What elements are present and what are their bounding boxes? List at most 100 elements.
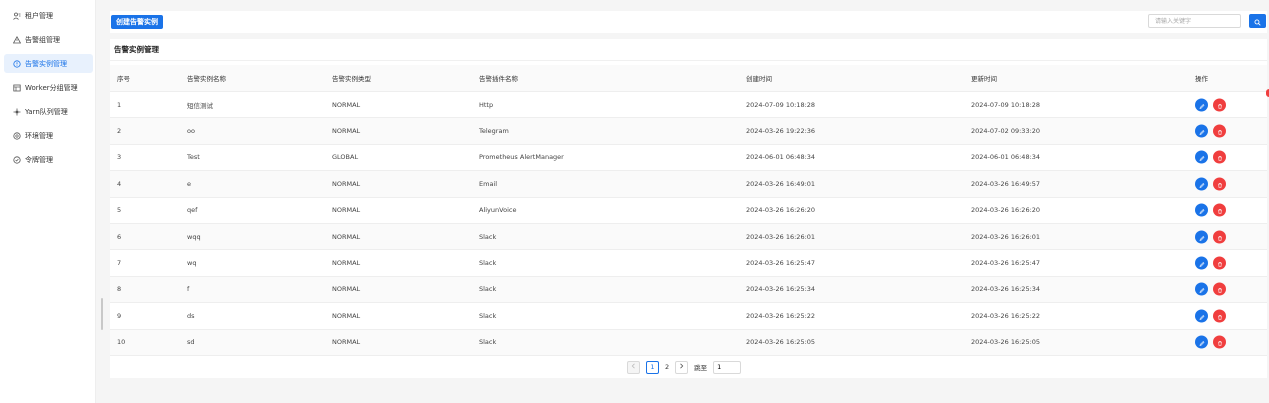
environment-icon [12, 131, 22, 140]
delete-button[interactable] [1213, 176, 1226, 191]
table-row: 1 短信测试 NORMAL Http 2024-07-09 10:18:28 2024-0… [110, 92, 1267, 119]
edit-button[interactable] [1195, 335, 1208, 349]
row-actions [1195, 203, 1226, 218]
cell-type: NORMAL [332, 179, 361, 188]
edit-button[interactable] [1195, 124, 1208, 138]
edit-icon [1199, 203, 1205, 218]
cell-type: NORMAL [332, 127, 361, 136]
table-row: 4 e NORMAL Email 2024-03-26 16:49:01 2024-03-… [110, 171, 1267, 198]
cell-plugin: Slack [479, 259, 497, 268]
row-actions [1195, 308, 1226, 323]
pagination: 1 2 跳至 [627, 360, 742, 374]
sidebar-item-label: 告警实例管理 [25, 59, 67, 68]
search-input[interactable] [1148, 14, 1241, 28]
cell-updated: 2024-07-09 10:18:28 [971, 100, 1041, 109]
sidebar-item-tenant[interactable]: 租户管理 [4, 6, 93, 25]
trash-icon [1217, 150, 1223, 165]
delete-button[interactable] [1213, 256, 1226, 270]
row-actions [1195, 256, 1226, 270]
cell-created: 2024-03-26 16:26:20 [746, 206, 816, 215]
cell-name: f [187, 285, 190, 294]
column-header-plugin: 告警插件名称 [479, 75, 518, 83]
chevron-left-icon [631, 363, 636, 371]
cell-name: sd [187, 338, 195, 347]
alert-instance-icon [12, 59, 22, 68]
yarn-queue-icon [12, 108, 22, 116]
sidebar-scrollbar[interactable] [101, 298, 103, 330]
cell-created: 2024-03-26 16:49:01 [746, 179, 816, 188]
delete-button[interactable] [1213, 308, 1226, 323]
cell-updated: 2024-03-26 16:26:20 [971, 206, 1041, 215]
edit-button[interactable] [1195, 203, 1208, 218]
sidebar-item-yarn-queue[interactable]: Yarn队列管理 [4, 102, 93, 121]
search-button[interactable] [1249, 14, 1266, 28]
cell-type: NORMAL [332, 232, 361, 241]
jump-label: 跳至 [694, 364, 708, 372]
cell-name: 短信测试 [187, 101, 213, 110]
cell-name: oo [187, 127, 195, 136]
sidebar-item-label: 令牌管理 [25, 155, 53, 164]
row-actions [1195, 124, 1226, 138]
delete-button[interactable] [1213, 97, 1226, 112]
edit-button[interactable] [1195, 256, 1208, 270]
column-header-created: 创建时间 [746, 75, 772, 83]
create-alert-instance-button[interactable]: 创建告警实例 [111, 15, 163, 29]
trash-icon [1217, 97, 1223, 112]
sidebar-item-alert-group[interactable]: 告警组管理 [4, 30, 93, 49]
sidebar-item-token[interactable]: 令牌管理 [4, 150, 93, 169]
row-actions [1195, 176, 1226, 191]
cell-plugin: Http [479, 100, 494, 109]
cell-created: 2024-03-26 19:22:36 [746, 127, 816, 136]
sidebar-item-label: 告警组管理 [25, 35, 60, 44]
delete-button[interactable] [1213, 124, 1226, 138]
edit-button[interactable] [1195, 282, 1208, 296]
page-title: 告警实例管理 [114, 45, 159, 54]
cell-type: GLOBAL [332, 153, 359, 162]
cell-updated: 2024-03-26 16:25:47 [971, 259, 1041, 268]
edit-button[interactable] [1195, 176, 1208, 191]
cell-type: NORMAL [332, 100, 361, 109]
cell-index: 5 [117, 206, 122, 215]
sidebar-item-alert-instance[interactable]: 告警实例管理 [4, 54, 93, 73]
trash-icon [1217, 282, 1223, 297]
delete-button[interactable] [1213, 282, 1226, 297]
cell-index: 2 [117, 127, 122, 136]
toolbar: 创建告警实例 [110, 11, 1267, 33]
delete-button[interactable] [1213, 150, 1226, 165]
edit-button[interactable] [1195, 308, 1208, 323]
page-button-2[interactable]: 2 [665, 363, 669, 371]
edit-icon [1199, 308, 1205, 323]
delete-button[interactable] [1213, 203, 1226, 217]
trash-icon [1217, 229, 1223, 244]
cell-updated: 2024-06-01 06:48:34 [971, 153, 1041, 162]
sidebar-item-worker-group[interactable]: Worker分组管理 [4, 78, 93, 97]
edit-button[interactable] [1195, 150, 1208, 164]
column-header-index: 序号 [117, 75, 130, 83]
column-header-name: 告警实例名称 [187, 75, 226, 83]
worker-group-icon [12, 84, 22, 92]
edit-button[interactable] [1195, 230, 1208, 244]
cell-index: 10 [117, 338, 126, 347]
cell-created: 2024-03-26 16:25:05 [746, 338, 816, 347]
next-page-button[interactable] [675, 360, 689, 374]
delete-button[interactable] [1213, 335, 1226, 349]
column-header-type: 告警实例类型 [332, 75, 371, 83]
page-button-1[interactable]: 1 [646, 360, 659, 374]
edit-button[interactable] [1195, 98, 1208, 112]
jump-page-input[interactable] [713, 360, 742, 374]
edit-icon [1199, 176, 1205, 191]
sidebar-item-label: Yarn队列管理 [25, 107, 68, 116]
column-header-updated: 更新时间 [971, 75, 997, 83]
prev-page-button[interactable] [627, 360, 640, 374]
cell-plugin: Slack [479, 311, 497, 320]
sidebar-item-environment[interactable]: 环境管理 [4, 126, 93, 145]
cell-type: NORMAL [332, 285, 361, 294]
row-actions [1195, 282, 1226, 297]
trash-icon [1217, 308, 1223, 323]
cell-name: wqq [187, 232, 201, 241]
trash-icon [1217, 176, 1223, 191]
delete-button[interactable] [1213, 229, 1226, 244]
row-actions [1195, 97, 1226, 112]
sidebar-item-label: 租户管理 [25, 11, 53, 20]
cell-name: Test [187, 153, 200, 162]
